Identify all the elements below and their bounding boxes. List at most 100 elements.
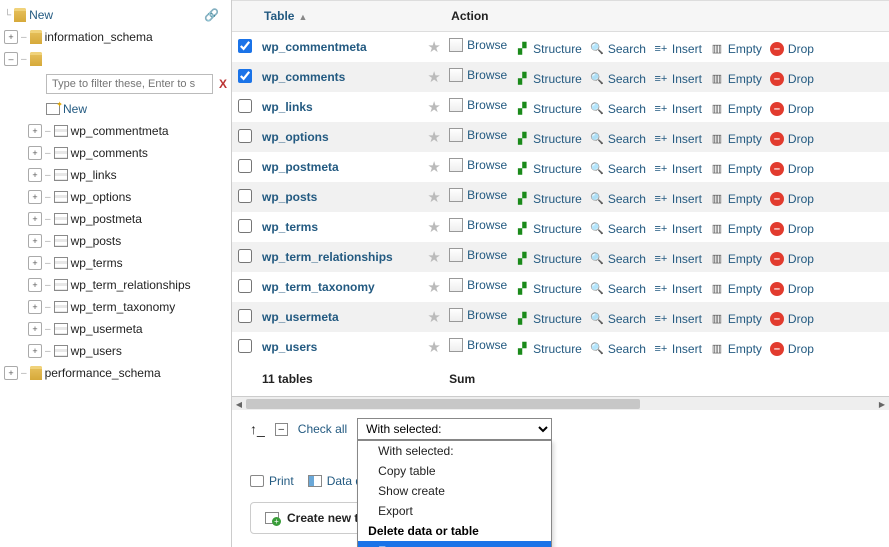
- favorite-star-icon[interactable]: ★: [423, 332, 445, 362]
- favorite-star-icon[interactable]: ★: [423, 62, 445, 92]
- row-checkbox[interactable]: [238, 189, 252, 203]
- collapse-icon[interactable]: –: [4, 52, 18, 66]
- scroll-right-icon[interactable]: ▶: [875, 397, 889, 411]
- insert-action[interactable]: ≡+Insert: [654, 312, 702, 326]
- expand-icon[interactable]: +: [28, 212, 42, 226]
- table-name-link[interactable]: wp_usermeta: [262, 310, 339, 324]
- structure-action[interactable]: ▞Structure: [515, 252, 582, 266]
- row-checkbox[interactable]: [238, 99, 252, 113]
- sidebar-current-db[interactable]: – –: [0, 48, 231, 70]
- empty-action[interactable]: ▥Empty: [710, 312, 762, 326]
- scroll-thumb[interactable]: [246, 399, 640, 409]
- drop-action[interactable]: –Drop: [770, 282, 814, 296]
- drop-action[interactable]: –Drop: [770, 252, 814, 266]
- with-selected-option[interactable]: Copy table: [358, 461, 551, 481]
- browse-action[interactable]: Browse: [449, 278, 507, 292]
- expand-icon[interactable]: +: [28, 300, 42, 314]
- expand-icon[interactable]: +: [28, 256, 42, 270]
- sidebar-db-info-schema[interactable]: + – information_schema: [0, 26, 231, 48]
- row-checkbox[interactable]: [238, 309, 252, 323]
- sidebar-table-item[interactable]: +–wp_term_relationships: [0, 274, 231, 296]
- with-selected-option[interactable]: Show create: [358, 481, 551, 501]
- expand-icon[interactable]: +: [4, 30, 18, 44]
- structure-action[interactable]: ▞Structure: [515, 162, 582, 176]
- search-action[interactable]: 🔍Search: [590, 162, 646, 176]
- sidebar-db-perf-schema[interactable]: + – performance_schema: [0, 362, 231, 384]
- table-name-link[interactable]: wp_term_taxonomy: [262, 280, 375, 294]
- sidebar-table-item[interactable]: +–wp_users: [0, 340, 231, 362]
- clear-filter-icon[interactable]: X: [219, 77, 227, 91]
- search-action[interactable]: 🔍Search: [590, 252, 646, 266]
- check-all-link[interactable]: Check all: [298, 422, 347, 436]
- expand-icon[interactable]: +: [28, 234, 42, 248]
- row-checkbox[interactable]: [238, 279, 252, 293]
- sidebar-table-item[interactable]: +–wp_commentmeta: [0, 120, 231, 142]
- expand-icon[interactable]: +: [28, 344, 42, 358]
- with-selected-option[interactable]: With selected:: [358, 441, 551, 461]
- with-selected-option[interactable]: Empty: [358, 541, 551, 547]
- table-name-link[interactable]: wp_commentmeta: [262, 40, 367, 54]
- browse-action[interactable]: Browse: [449, 38, 507, 52]
- with-selected-dropdown[interactable]: With selected:: [357, 418, 552, 440]
- favorite-star-icon[interactable]: ★: [423, 122, 445, 152]
- with-selected-option[interactable]: Export: [358, 501, 551, 521]
- favorite-star-icon[interactable]: ★: [423, 302, 445, 332]
- browse-action[interactable]: Browse: [449, 68, 507, 82]
- search-action[interactable]: 🔍Search: [590, 222, 646, 236]
- browse-action[interactable]: Browse: [449, 218, 507, 232]
- drop-action[interactable]: –Drop: [770, 192, 814, 206]
- expand-icon[interactable]: +: [4, 366, 18, 380]
- insert-action[interactable]: ≡+Insert: [654, 42, 702, 56]
- drop-action[interactable]: –Drop: [770, 42, 814, 56]
- browse-action[interactable]: Browse: [449, 308, 507, 322]
- sidebar-new-db[interactable]: └ New 🔗: [0, 4, 231, 26]
- sidebar-table-item[interactable]: +–wp_terms: [0, 252, 231, 274]
- favorite-star-icon[interactable]: ★: [423, 32, 445, 63]
- structure-action[interactable]: ▞Structure: [515, 132, 582, 146]
- browse-action[interactable]: Browse: [449, 98, 507, 112]
- structure-action[interactable]: ▞Structure: [515, 42, 582, 56]
- search-action[interactable]: 🔍Search: [590, 282, 646, 296]
- uncheck-all-icon[interactable]: –: [275, 423, 288, 436]
- table-name-link[interactable]: wp_options: [262, 130, 329, 144]
- search-action[interactable]: 🔍Search: [590, 72, 646, 86]
- row-checkbox[interactable]: [238, 219, 252, 233]
- insert-action[interactable]: ≡+Insert: [654, 222, 702, 236]
- structure-action[interactable]: ▞Structure: [515, 102, 582, 116]
- expand-icon[interactable]: +: [28, 146, 42, 160]
- drop-action[interactable]: –Drop: [770, 132, 814, 146]
- drop-action[interactable]: –Drop: [770, 312, 814, 326]
- insert-action[interactable]: ≡+Insert: [654, 282, 702, 296]
- sidebar-table-item[interactable]: +–wp_postmeta: [0, 208, 231, 230]
- structure-action[interactable]: ▞Structure: [515, 72, 582, 86]
- structure-action[interactable]: ▞Structure: [515, 222, 582, 236]
- sidebar-table-item[interactable]: +–wp_links: [0, 164, 231, 186]
- print-link[interactable]: Print: [250, 474, 294, 488]
- favorite-star-icon[interactable]: ★: [423, 182, 445, 212]
- row-checkbox[interactable]: [238, 339, 252, 353]
- col-table[interactable]: Table▲: [258, 1, 423, 32]
- row-checkbox[interactable]: [238, 39, 252, 53]
- table-name-link[interactable]: wp_postmeta: [262, 160, 339, 174]
- browse-action[interactable]: Browse: [449, 188, 507, 202]
- empty-action[interactable]: ▥Empty: [710, 282, 762, 296]
- favorite-star-icon[interactable]: ★: [423, 92, 445, 122]
- new-db-link[interactable]: New: [29, 8, 53, 22]
- browse-action[interactable]: Browse: [449, 128, 507, 142]
- sidebar-table-item[interactable]: +–wp_posts: [0, 230, 231, 252]
- favorite-star-icon[interactable]: ★: [423, 242, 445, 272]
- insert-action[interactable]: ≡+Insert: [654, 192, 702, 206]
- empty-action[interactable]: ▥Empty: [710, 192, 762, 206]
- sidebar-table-item[interactable]: +–wp_comments: [0, 142, 231, 164]
- drop-action[interactable]: –Drop: [770, 222, 814, 236]
- table-name-link[interactable]: wp_users: [262, 340, 317, 354]
- search-action[interactable]: 🔍Search: [590, 102, 646, 116]
- structure-action[interactable]: ▞Structure: [515, 192, 582, 206]
- row-checkbox[interactable]: [238, 249, 252, 263]
- expand-icon[interactable]: +: [28, 278, 42, 292]
- insert-action[interactable]: ≡+Insert: [654, 132, 702, 146]
- row-checkbox[interactable]: [238, 129, 252, 143]
- browse-action[interactable]: Browse: [449, 158, 507, 172]
- table-name-link[interactable]: wp_term_relationships: [262, 250, 393, 264]
- structure-action[interactable]: ▞Structure: [515, 312, 582, 326]
